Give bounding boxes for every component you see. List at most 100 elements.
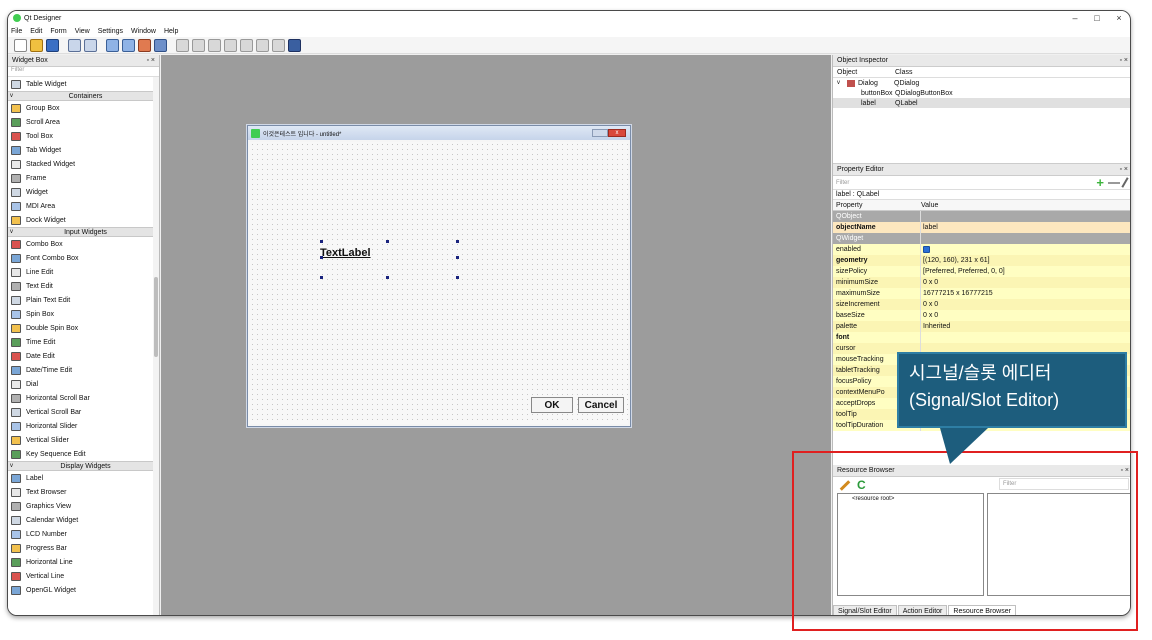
menu-form[interactable]: Form: [50, 28, 66, 35]
widget-list-item[interactable]: Time Edit: [8, 335, 153, 349]
property-category-row[interactable]: QWidget: [833, 233, 1130, 244]
minimize-button[interactable]: –: [1064, 13, 1086, 23]
property-row[interactable]: sizeIncrement 0 x 0: [833, 299, 1130, 310]
widget-list-item[interactable]: Vertical Slider: [8, 433, 153, 447]
widget-list-item[interactable]: OpenGL Widget: [8, 583, 153, 597]
layout-form-icon[interactable]: [256, 38, 269, 52]
dialog-close-button[interactable]: x: [608, 129, 626, 137]
widget-list-item[interactable]: Line Edit: [8, 265, 153, 279]
edit-tab-order-icon[interactable]: [154, 38, 167, 52]
widget-list-item[interactable]: Plain Text Edit: [8, 293, 153, 307]
property-row[interactable]: palette Inherited: [833, 321, 1130, 332]
edit-buddies-icon[interactable]: [138, 38, 151, 52]
property-value[interactable]: [(120, 160), 231 x 61]: [921, 255, 1130, 266]
property-value[interactable]: [921, 332, 1130, 343]
layout-h-splitter-icon[interactable]: [208, 38, 221, 52]
menu-help[interactable]: Help: [164, 28, 178, 35]
property-value[interactable]: [Preferred, Preferred, 0, 0]: [921, 266, 1130, 277]
scroll-thumb[interactable]: [154, 277, 158, 357]
menu-window[interactable]: Window: [131, 28, 156, 35]
widget-list-item[interactable]: Calendar Widget: [8, 513, 153, 527]
widget-list-item[interactable]: Text Browser: [8, 485, 153, 499]
selection-handle[interactable]: [456, 256, 459, 259]
widget-list-item[interactable]: Double Spin Box: [8, 321, 153, 335]
widget-list-item[interactable]: Progress Bar: [8, 541, 153, 555]
selection-handle[interactable]: [320, 276, 323, 279]
add-property-icon[interactable]: +: [1096, 175, 1104, 190]
widget-list-item[interactable]: Horizontal Line: [8, 555, 153, 569]
property-row[interactable]: enabled: [833, 244, 1130, 255]
widget-list-item[interactable]: Stacked Widget: [8, 157, 153, 171]
cancel-button[interactable]: Cancel: [578, 397, 624, 413]
property-value[interactable]: [921, 244, 1130, 255]
property-value[interactable]: [921, 233, 1130, 244]
close-button[interactable]: ×: [1108, 13, 1130, 23]
property-row[interactable]: sizePolicy [Preferred, Preferred, 0, 0]: [833, 266, 1130, 277]
property-row[interactable]: maximumSize 16777215 x 16777215: [833, 288, 1130, 299]
widget-category-header[interactable]: v Containers: [8, 91, 153, 101]
chevron-down-icon[interactable]: v: [833, 80, 843, 86]
property-value[interactable]: 0 x 0: [921, 277, 1130, 288]
widget-list-item[interactable]: Scroll Area: [8, 115, 153, 129]
dialog-minmax-button[interactable]: [592, 129, 608, 137]
widget-list-item[interactable]: Group Box: [8, 101, 153, 115]
widget-list-item[interactable]: Horizontal Scroll Bar: [8, 391, 153, 405]
widget-list-item[interactable]: Dock Widget: [8, 213, 153, 227]
widget-list-item[interactable]: Frame: [8, 171, 153, 185]
property-row[interactable]: baseSize 0 x 0: [833, 310, 1130, 321]
selection-handle[interactable]: [320, 240, 323, 243]
widget-list-item[interactable]: Font Combo Box: [8, 251, 153, 265]
form-canvas-grid[interactable]: TextLabel OK Cancel: [250, 142, 628, 424]
widget-list-item[interactable]: Vertical Line: [8, 569, 153, 583]
dock-controls[interactable]: ▫ ×: [1119, 166, 1128, 173]
form-dialog[interactable]: 이것은테스트 입니다 - untitled* x TextLabel OK Ca…: [247, 125, 631, 427]
new-form-icon[interactable]: [14, 38, 27, 52]
adjust-size-icon[interactable]: [288, 38, 301, 52]
tree-row-label[interactable]: label QLabel: [833, 98, 1130, 108]
configure-icon[interactable]: [1121, 177, 1129, 188]
widget-list-item[interactable]: Tool Box: [8, 129, 153, 143]
property-value[interactable]: 16777215 x 16777215: [921, 288, 1130, 299]
widget-list-item[interactable]: LCD Number: [8, 527, 153, 541]
ok-button[interactable]: OK: [531, 397, 573, 413]
widget-box-filter[interactable]: Filter: [8, 67, 159, 77]
layout-grid-icon[interactable]: [240, 38, 253, 52]
selection-handle[interactable]: [456, 240, 459, 243]
widget-list-item[interactable]: Date Edit: [8, 349, 153, 363]
maximize-button[interactable]: □: [1086, 13, 1108, 23]
property-category-row[interactable]: QObject: [833, 211, 1130, 222]
tree-row-dialog[interactable]: v Dialog QDialog: [833, 78, 1130, 88]
save-icon[interactable]: [46, 38, 59, 52]
layout-v-splitter-icon[interactable]: [224, 38, 237, 52]
text-label-widget[interactable]: TextLabel: [320, 247, 371, 259]
tree-row-buttonbox[interactable]: buttonBox QDialogButtonBox: [833, 88, 1130, 98]
send-to-back-icon[interactable]: [68, 38, 81, 52]
menu-file[interactable]: File: [11, 28, 22, 35]
selection-handle[interactable]: [320, 256, 323, 259]
widget-list-item[interactable]: Text Edit: [8, 279, 153, 293]
dock-controls[interactable]: ▫ ×: [146, 57, 155, 64]
menu-view[interactable]: View: [75, 28, 90, 35]
widget-list-item[interactable]: Label: [8, 471, 153, 485]
property-value[interactable]: Inherited: [921, 321, 1130, 332]
widget-list-item[interactable]: Key Sequence Edit: [8, 447, 153, 461]
widget-list-item[interactable]: Date/Time Edit: [8, 363, 153, 377]
widget-list-item[interactable]: Widget: [8, 185, 153, 199]
menu-settings[interactable]: Settings: [98, 28, 123, 35]
widget-category-header[interactable]: v Display Widgets: [8, 461, 153, 471]
edit-widgets-icon[interactable]: [106, 38, 119, 52]
property-row[interactable]: font: [833, 332, 1130, 343]
break-layout-icon[interactable]: [272, 38, 285, 52]
selection-handle[interactable]: [386, 240, 389, 243]
property-row[interactable]: minimumSize 0 x 0: [833, 277, 1130, 288]
widget-list-item[interactable]: Spin Box: [8, 307, 153, 321]
dock-controls[interactable]: ▫ ×: [1119, 57, 1128, 64]
widget-list-item[interactable]: Dial: [8, 377, 153, 391]
layout-vertical-icon[interactable]: [192, 38, 205, 52]
property-filter-input[interactable]: Filter: [833, 180, 1096, 186]
widget-list-item[interactable]: MDI Area: [8, 199, 153, 213]
menu-edit[interactable]: Edit: [30, 28, 42, 35]
widget-list-item[interactable]: Graphics View: [8, 499, 153, 513]
checkbox-checked-icon[interactable]: [923, 246, 930, 253]
chevron-down-icon[interactable]: v: [8, 229, 18, 235]
